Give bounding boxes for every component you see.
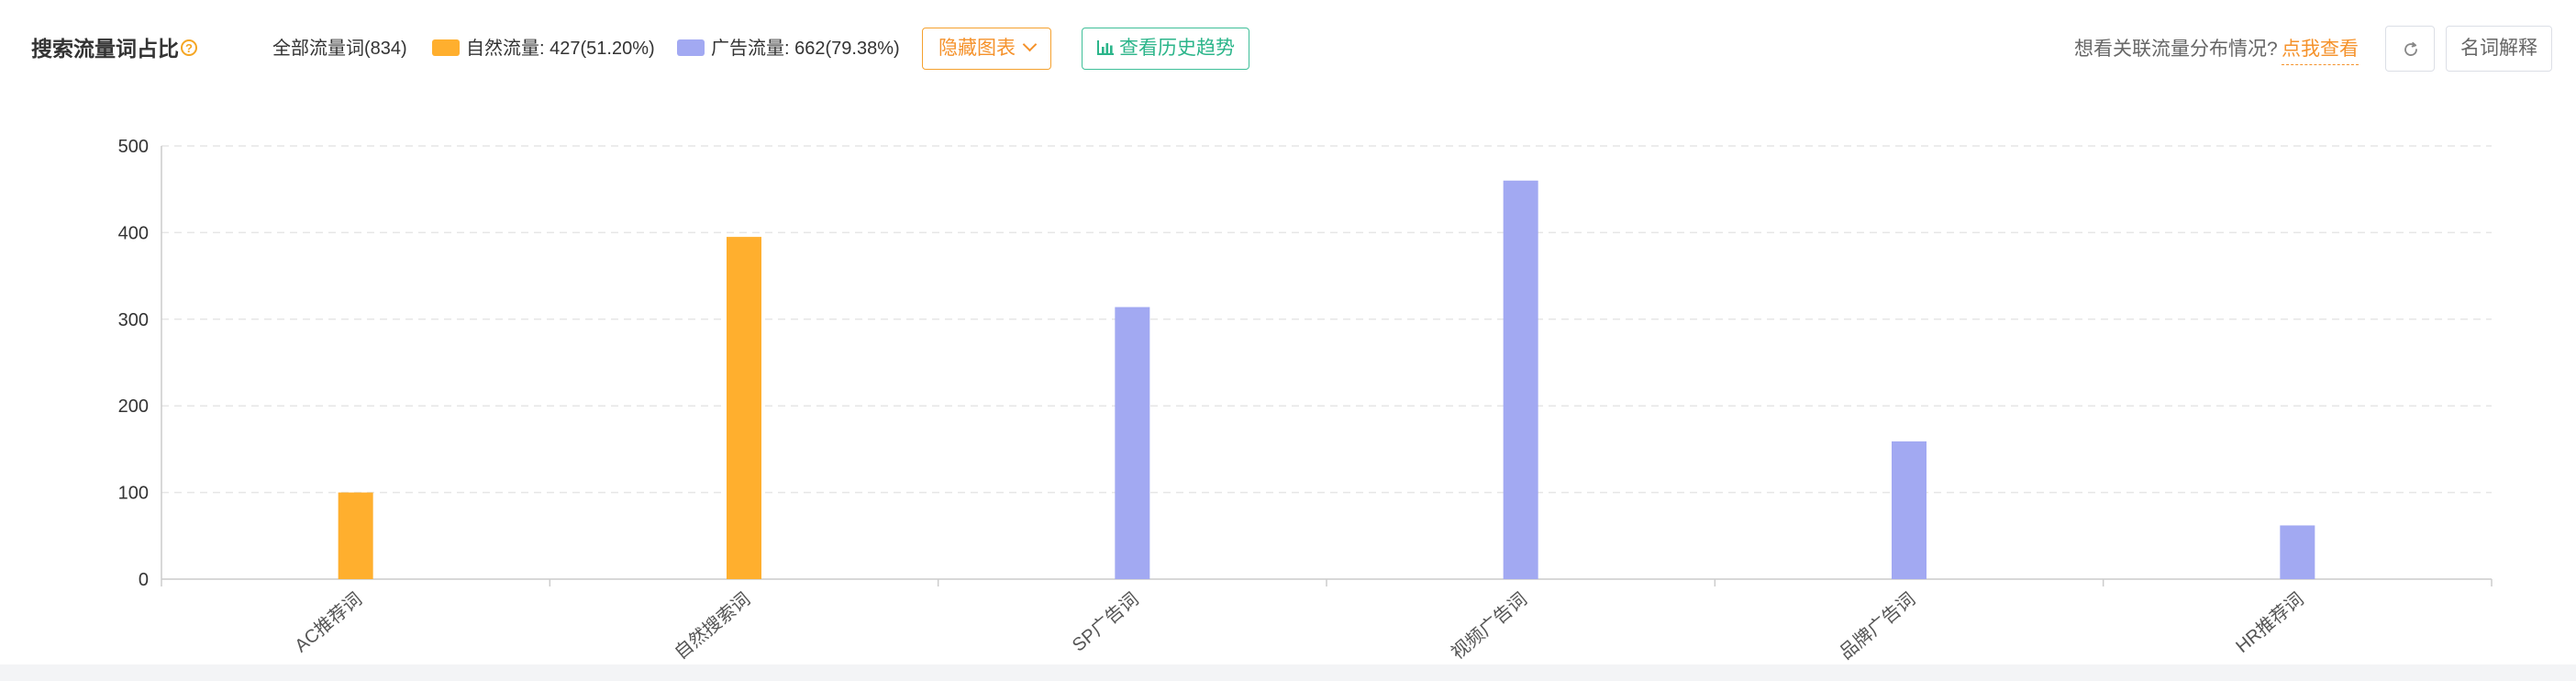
bar-3 bbox=[1503, 180, 1538, 579]
y-tick-label-0: 0 bbox=[139, 570, 149, 590]
traffic-keyword-bar-chart: 0 100 200 300 400 500 AC推荐词 自然搜索词 SP广告词 视频广告词 品牌广告… bbox=[118, 137, 2493, 664]
y-tick-label-1: 100 bbox=[118, 484, 149, 504]
bar-4 bbox=[1892, 441, 1926, 579]
x-category-label-4: 品牌广告词 bbox=[1836, 588, 1919, 664]
bar-0 bbox=[338, 492, 373, 579]
bar-5 bbox=[2280, 525, 2315, 579]
x-category-label-3: 视频广告词 bbox=[1447, 588, 1530, 664]
y-tick-label-4: 400 bbox=[118, 223, 149, 243]
x-category-label-5: HR推荐词 bbox=[2232, 588, 2308, 657]
panel-bottom-strip bbox=[0, 664, 2576, 681]
x-category-label-0: AC推荐词 bbox=[291, 588, 366, 656]
x-category-label-2: SP广告词 bbox=[1068, 588, 1142, 655]
x-category-label-1: 自然搜索词 bbox=[671, 588, 754, 664]
bar-2 bbox=[1115, 307, 1150, 579]
bar-1 bbox=[727, 237, 761, 579]
traffic-keyword-share-panel: 搜索流量词占比 ? 全部流量词(834) 自然流量: 427(51.20%) 广… bbox=[0, 0, 2576, 681]
y-tick-label-2: 200 bbox=[118, 396, 149, 417]
y-tick-label-3: 300 bbox=[118, 310, 149, 330]
y-tick-label-5: 500 bbox=[118, 137, 149, 157]
